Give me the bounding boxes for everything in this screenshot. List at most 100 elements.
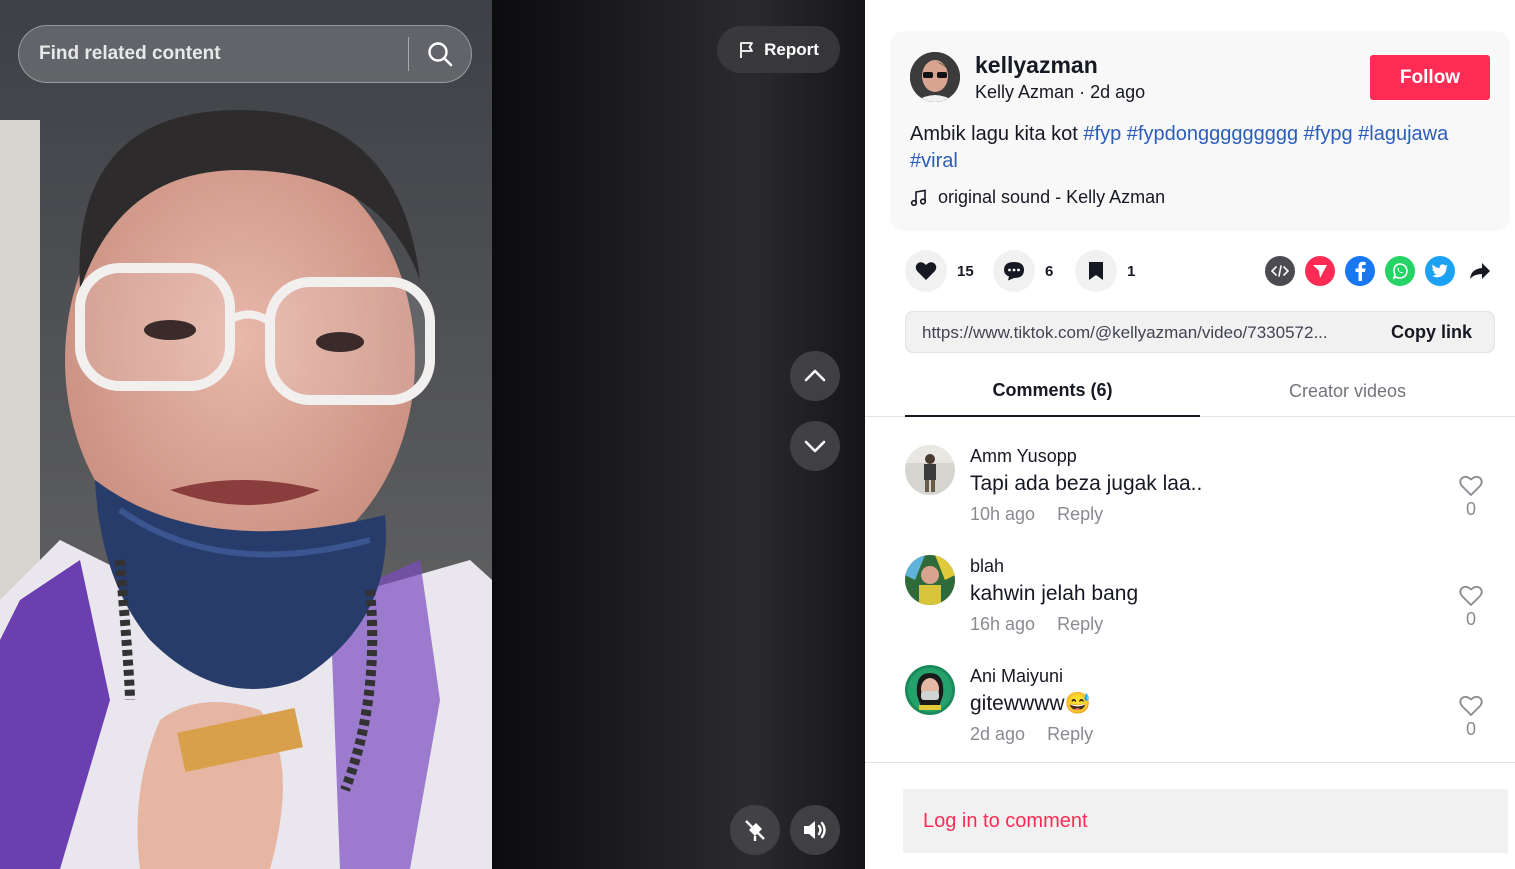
video-frame[interactable] [0, 0, 492, 869]
floating-player-button[interactable] [730, 805, 780, 855]
commenter-name[interactable]: blah [970, 556, 1004, 577]
search-input[interactable]: Find related content [19, 43, 408, 65]
heart-outline-icon [1459, 695, 1483, 716]
commenter-name[interactable]: Amm Yusopp [970, 446, 1077, 467]
heart-outline-icon [1459, 585, 1483, 606]
save-count: 1 [1127, 262, 1136, 280]
report-label: Report [764, 39, 819, 59]
twitter-icon [1431, 264, 1448, 278]
send-icon [1313, 265, 1327, 278]
next-video-button[interactable] [790, 421, 840, 471]
comment-time: 2d ago [970, 724, 1026, 744]
embed-icon [1271, 265, 1289, 277]
comment-action[interactable]: 6 [993, 250, 1053, 292]
comment-like-count: 0 [1465, 609, 1476, 629]
volume-button[interactable] [790, 805, 840, 855]
heart-icon [915, 262, 937, 280]
divider [865, 762, 1515, 763]
chevron-down-icon [804, 440, 826, 453]
commenter-name[interactable]: Ani Maiyuni [970, 666, 1063, 687]
commenter-avatar-image [905, 445, 955, 495]
hashtag-link[interactable]: #fyp [1083, 123, 1121, 145]
search-icon [428, 42, 453, 67]
video-player[interactable]: Find related content Report [0, 0, 865, 869]
comment-text: gitewwww😅 [970, 692, 1091, 715]
comment-meta: 2d ago Reply [970, 724, 1093, 745]
search-button[interactable] [409, 25, 471, 83]
separator-dot: · [1079, 82, 1086, 102]
find-related-search[interactable]: Find related content [18, 25, 472, 83]
tab-creator-videos[interactable]: Creator videos [1200, 365, 1495, 417]
more-share-button[interactable] [1465, 256, 1495, 286]
hashtag-link[interactable]: #viral [910, 150, 958, 172]
whatsapp-icon [1392, 263, 1408, 280]
share-arrow-icon [1470, 263, 1490, 279]
chevron-up-icon [804, 369, 826, 382]
like-action[interactable]: 15 [905, 250, 974, 292]
comment-text: Tapi ada beza jugak laa.. [970, 472, 1203, 495]
commenter-avatar-image [905, 665, 955, 715]
comment-meta: 16h ago Reply [970, 614, 1103, 635]
commenter-avatar[interactable] [905, 665, 955, 715]
commenter-avatar[interactable] [905, 445, 955, 495]
flag-icon [740, 41, 754, 58]
heart-outline-icon [1459, 475, 1483, 496]
commenter-avatar[interactable] [905, 555, 955, 605]
share-twitter-button[interactable] [1425, 256, 1455, 286]
comment-item: Ani Maiyuni gitewwww😅 2d ago Reply 0 [905, 665, 1495, 765]
comment-like-count: 0 [1465, 499, 1476, 519]
post-info-card: kellyazman Kelly Azman · 2d ago Follow A… [890, 31, 1510, 231]
volume-icon [804, 821, 826, 839]
reply-button[interactable]: Reply [1057, 614, 1103, 635]
comment-like[interactable]: 0 [1457, 585, 1485, 630]
creator-avatar[interactable] [910, 52, 960, 102]
report-button[interactable]: Report [717, 26, 840, 73]
tab-comments[interactable]: Comments (6) [905, 365, 1200, 417]
post-caption: Ambik lagu kita kot #fyp #fypdongggggggg… [910, 121, 1500, 175]
music-title: original sound - Kelly Azman [938, 187, 1166, 207]
like-button[interactable] [905, 250, 947, 292]
comment-item: blah kahwin jelah bang 16h ago Reply 0 [905, 555, 1495, 655]
send-to-friends-button[interactable] [1305, 256, 1335, 286]
no-float-icon [745, 820, 765, 841]
hashtag-link[interactable]: #fypdonggggggggg [1127, 123, 1298, 145]
creator-username[interactable]: kellyazman [975, 52, 1098, 79]
comment-time: 16h ago [970, 614, 1036, 634]
save-action[interactable]: 1 [1075, 250, 1135, 292]
comment-tabs: Comments (6) Creator videos [865, 365, 1515, 417]
video-url[interactable]: https://www.tiktok.com/@kellyazman/video… [922, 323, 1372, 343]
comment-time: 10h ago [970, 504, 1036, 524]
comment-text: kahwin jelah bang [970, 582, 1139, 605]
creator-avatar-image [910, 52, 960, 102]
copy-link-button[interactable]: Copy link [1391, 322, 1472, 343]
previous-video-button[interactable] [790, 351, 840, 401]
hashtag-link[interactable]: #lagujawa [1358, 123, 1448, 145]
creator-display-name: Kelly Azman [975, 82, 1075, 102]
reply-button[interactable]: Reply [1057, 504, 1103, 525]
comment-like[interactable]: 0 [1457, 695, 1485, 740]
facebook-icon [1355, 261, 1366, 281]
login-to-comment-button[interactable]: Log in to comment [903, 789, 1508, 853]
creator-subline: Kelly Azman · 2d ago [975, 82, 1145, 103]
share-whatsapp-button[interactable] [1385, 256, 1415, 286]
reply-button[interactable]: Reply [1047, 724, 1093, 745]
share-facebook-button[interactable] [1345, 256, 1375, 286]
comment-count: 6 [1045, 262, 1054, 280]
comment-item: Amm Yusopp Tapi ada beza jugak laa.. 10h… [905, 445, 1495, 545]
comment-bubble-icon [1004, 262, 1024, 281]
music-note-icon [910, 189, 927, 206]
comment-like[interactable]: 0 [1457, 475, 1485, 520]
hashtag-link[interactable]: #fypg [1304, 123, 1353, 145]
music-link[interactable]: original sound - Kelly Azman [910, 187, 1165, 208]
bookmark-icon [1089, 262, 1103, 280]
comment-like-count: 0 [1465, 719, 1476, 739]
follow-button[interactable]: Follow [1370, 55, 1490, 100]
tiktok-video-page: Find related content Report kellyazman K… [0, 0, 1515, 869]
comment-button[interactable] [993, 250, 1035, 292]
bookmark-button[interactable] [1075, 250, 1117, 292]
commenter-avatar-image [905, 555, 955, 605]
action-bar: 15 6 1 [905, 250, 1495, 292]
embed-button[interactable] [1265, 256, 1295, 286]
post-time: 2d ago [1090, 82, 1146, 102]
comment-meta: 10h ago Reply [970, 504, 1103, 525]
